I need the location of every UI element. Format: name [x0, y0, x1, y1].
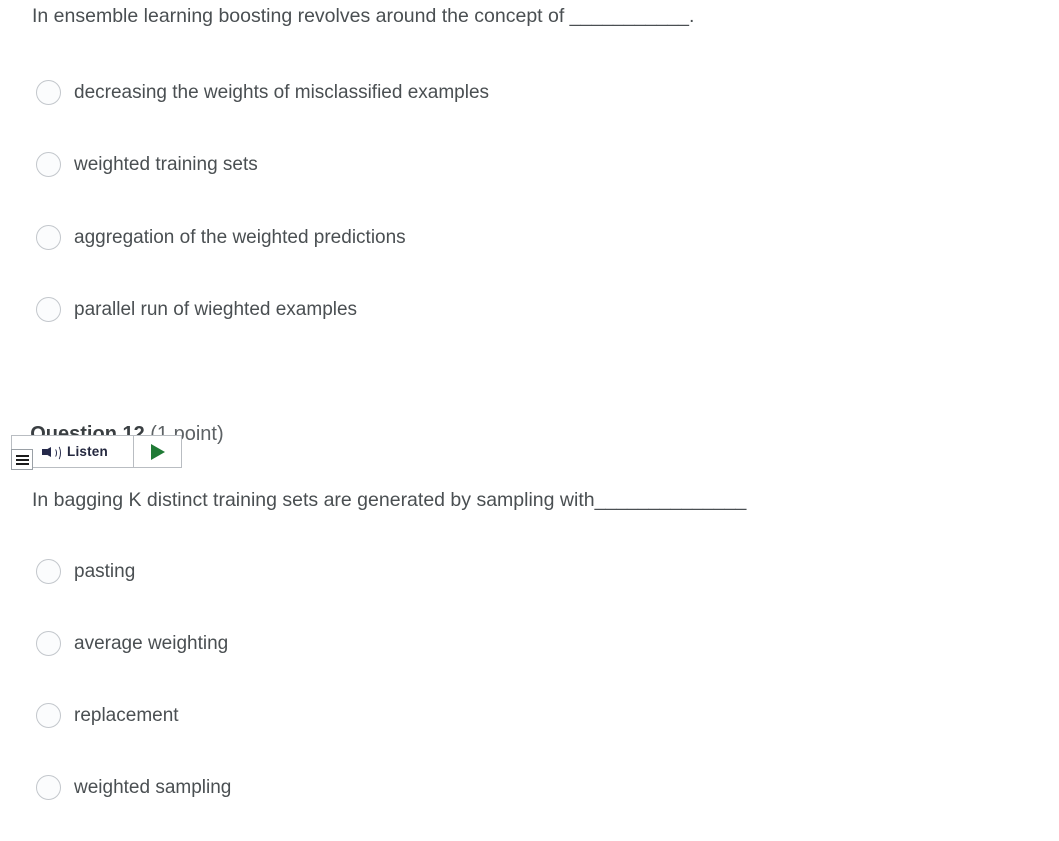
listen-play-button[interactable]	[134, 436, 181, 467]
question-12-option-2[interactable]: replacement	[36, 700, 179, 730]
option-label: weighted sampling	[74, 776, 232, 798]
question-11-option-1[interactable]: weighted training sets	[36, 149, 258, 179]
listen-widget[interactable]: Listen	[11, 435, 182, 470]
option-label: parallel run of wieghted examples	[74, 298, 358, 320]
question-12-option-3[interactable]: weighted sampling	[36, 772, 231, 802]
option-label: pasting	[74, 560, 136, 582]
radio-button-q11-0[interactable]	[36, 79, 61, 105]
quiz-page: In ensemble learning boosting revolves a…	[0, 0, 1059, 841]
speaker-icon	[42, 444, 61, 461]
option-label: aggregation of the weighted predictions	[74, 226, 406, 248]
radio-button-q11-1[interactable]	[36, 151, 61, 177]
radio-button-q11-3[interactable]	[36, 296, 61, 322]
question-12-option-0[interactable]: pasting	[36, 556, 135, 586]
option-label: weighted training sets	[74, 153, 258, 175]
question-11-stem: In ensemble learning boosting revolves a…	[32, 5, 695, 27]
play-triangle-icon	[150, 443, 165, 460]
question-12-option-1[interactable]: average weighting	[36, 628, 228, 658]
option-label: replacement	[74, 704, 179, 726]
option-label: average weighting	[74, 632, 229, 654]
radio-button-q12-0[interactable]	[36, 558, 61, 584]
radio-button-q12-1[interactable]	[36, 630, 61, 656]
listen-button-label: Listen	[67, 444, 108, 459]
option-label: decreasing the weights of misclassified …	[74, 81, 490, 103]
hamburger-menu-icon[interactable]	[11, 449, 33, 470]
question-11-option-3[interactable]: parallel run of wieghted examples	[36, 294, 357, 324]
question-11-option-0[interactable]: decreasing the weights of misclassified …	[36, 77, 489, 107]
question-12-stem: In bagging K distinct training sets are …	[32, 489, 747, 511]
question-11-option-2[interactable]: aggregation of the weighted predictions	[36, 222, 406, 252]
radio-button-q12-2[interactable]	[36, 702, 61, 728]
radio-button-q11-2[interactable]	[36, 224, 61, 250]
radio-button-q12-3[interactable]	[36, 774, 61, 800]
